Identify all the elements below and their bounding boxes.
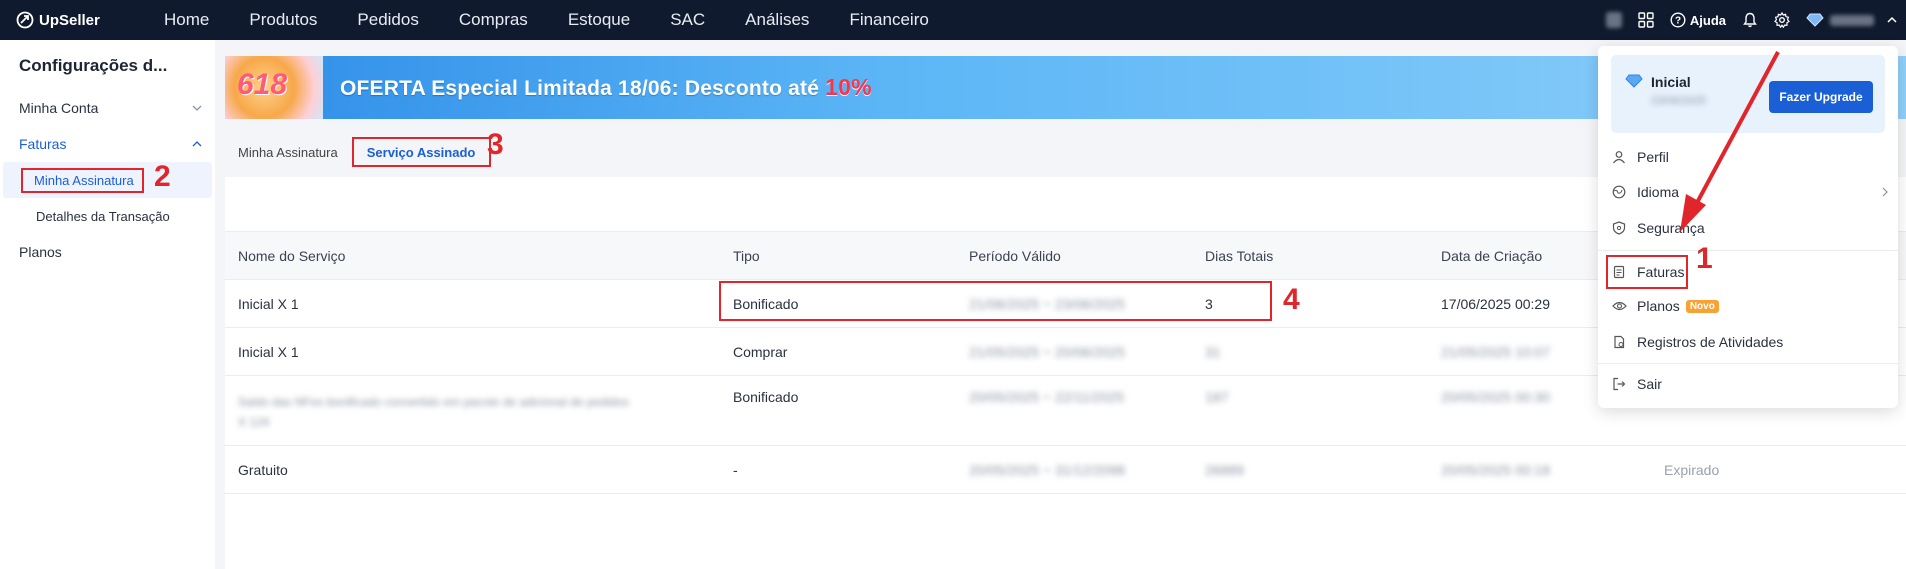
service-name: Inicial X 1	[238, 295, 299, 312]
main-menu: Home Produtos Pedidos Compras Estoque SA…	[144, 0, 949, 40]
column-header: Período Válido	[969, 247, 1061, 264]
service-type: -	[733, 461, 738, 478]
blurred-avatar-icon[interactable]	[1598, 0, 1630, 40]
apps-grid-icon[interactable]	[1630, 0, 1662, 40]
logo-text: UpSeller	[39, 11, 100, 29]
menu-item-label: Registros de Atividades	[1637, 334, 1784, 350]
new-badge: Novo	[1685, 299, 1719, 313]
total-days: 26889	[1205, 461, 1244, 478]
service-name-line1: Saldo das NFes bonificado convertido em …	[238, 394, 629, 409]
chevron-up-icon	[1887, 16, 1897, 23]
nav-right-tools: ? Ajuda	[1598, 0, 1906, 40]
eye-icon	[1610, 300, 1628, 312]
menu-divider	[1598, 250, 1898, 251]
column-header: Tipo	[733, 247, 760, 264]
settings-sidebar: Configurações d... Minha Conta Faturas M…	[0, 40, 215, 569]
annotation-arrow	[1680, 51, 1780, 232]
help-button[interactable]: ? Ajuda	[1662, 12, 1734, 28]
diamond-icon	[1806, 13, 1824, 27]
annotation-1: 1	[1696, 242, 1713, 275]
svg-text:?: ?	[1675, 16, 1681, 27]
tab-minha-assinatura[interactable]: Minha Assinatura	[225, 137, 352, 167]
sidebar-item-label: Planos	[19, 244, 62, 260]
banner-discount: 10%	[825, 74, 872, 100]
chevron-up-icon	[192, 141, 202, 147]
sidebar-item-label: Minha Assinatura	[21, 167, 144, 193]
help-icon: ?	[1670, 12, 1686, 28]
annotation-2: 2	[154, 160, 171, 193]
chevron-right-icon	[1882, 187, 1888, 197]
valid-period: 21/05/2025 ~ 20/06/2025	[969, 343, 1126, 360]
sidebar-title: Configurações d...	[19, 56, 168, 75]
service-name-line2: X 124	[238, 414, 270, 429]
menu-item-planos[interactable]: Planos Novo	[1610, 290, 1892, 322]
sidebar-item-minha-conta[interactable]: Minha Conta	[0, 90, 215, 126]
menu-divider	[1598, 363, 1898, 364]
upseller-logo-icon	[16, 11, 34, 29]
menu-estoque[interactable]: Estoque	[548, 0, 650, 40]
creation-date: 20/05/2025 00:18	[1441, 461, 1550, 478]
sidebar-item-minha-assinatura[interactable]: Minha Assinatura	[3, 162, 212, 198]
sidebar-item-label: Faturas	[19, 136, 67, 152]
upseller-logo[interactable]: UpSeller	[16, 11, 136, 29]
chevron-down-icon	[192, 105, 202, 111]
table-row: Gratuito - 20/05/2025 ~ 31/12/2098 26889…	[225, 446, 1906, 494]
annotation-3: 3	[487, 128, 504, 161]
column-header: Dias Totais	[1205, 247, 1274, 264]
sidebar-item-detalhes-transacao[interactable]: Detalhes da Transação	[3, 198, 212, 234]
banner-offer-text: OFERTA Especial Limitada 18/06: Desconto…	[340, 77, 826, 100]
menu-item-registros[interactable]: Registros de Atividades	[1610, 326, 1892, 358]
menu-analises[interactable]: Análises	[725, 0, 829, 40]
help-label: Ajuda	[1689, 12, 1726, 28]
menu-financeiro[interactable]: Financeiro	[829, 0, 948, 40]
activity-log-icon	[1610, 335, 1628, 349]
annotation-4: 4	[1283, 283, 1300, 316]
gear-icon[interactable]	[1766, 0, 1798, 40]
menu-home[interactable]: Home	[144, 0, 229, 40]
logout-icon	[1610, 377, 1628, 391]
service-name: Gratuito	[238, 461, 288, 478]
status-badge: Expirado	[1664, 461, 1720, 478]
service-type: Comprar	[733, 343, 788, 360]
column-header: Nome do Serviço	[238, 247, 346, 264]
menu-pedidos[interactable]: Pedidos	[337, 0, 438, 40]
menu-item-sair[interactable]: Sair	[1610, 368, 1892, 400]
top-navigation: UpSeller Home Produtos Pedidos Compras E…	[0, 0, 1906, 40]
menu-item-faturas[interactable]: Faturas	[1606, 255, 1688, 289]
sidebar-item-planos[interactable]: Planos	[0, 234, 215, 270]
tab-servico-assinado[interactable]: Serviço Assinado	[351, 137, 492, 167]
banner-art-image: 618	[225, 56, 323, 119]
sidebar-item-label: Minha Conta	[19, 100, 99, 116]
valid-period: 20/05/2025 ~ 22/11/2025	[969, 389, 1125, 405]
blurred-username	[1830, 14, 1874, 26]
total-days: 187	[1205, 389, 1229, 405]
total-days: 31	[1205, 343, 1221, 360]
menu-item-label: Sair	[1637, 376, 1662, 392]
menu-produtos[interactable]: Produtos	[229, 0, 337, 40]
menu-compras[interactable]: Compras	[439, 0, 548, 40]
service-type: Bonificado	[733, 389, 799, 405]
banner-text: OFERTA Especial Limitada 18/06: Desconto…	[340, 74, 872, 101]
sidebar-item-faturas[interactable]: Faturas	[0, 126, 215, 162]
menu-sac[interactable]: SAC	[650, 0, 725, 40]
annotation-highlight-faturas	[1606, 255, 1688, 289]
menu-item-label: Planos	[1637, 298, 1680, 314]
annotation-highlight-row	[719, 281, 1272, 321]
service-name: Inicial X 1	[238, 343, 299, 360]
banner-art-text: 618	[237, 68, 288, 101]
subscription-tabs: Minha Assinatura Serviço Assinado	[225, 135, 492, 169]
bell-icon[interactable]	[1734, 0, 1766, 40]
user-menu[interactable]	[1798, 13, 1906, 27]
service-name: Saldo das NFes bonificado convertido em …	[225, 390, 720, 432]
valid-period: 20/05/2025 ~ 31/12/2098	[969, 461, 1126, 478]
